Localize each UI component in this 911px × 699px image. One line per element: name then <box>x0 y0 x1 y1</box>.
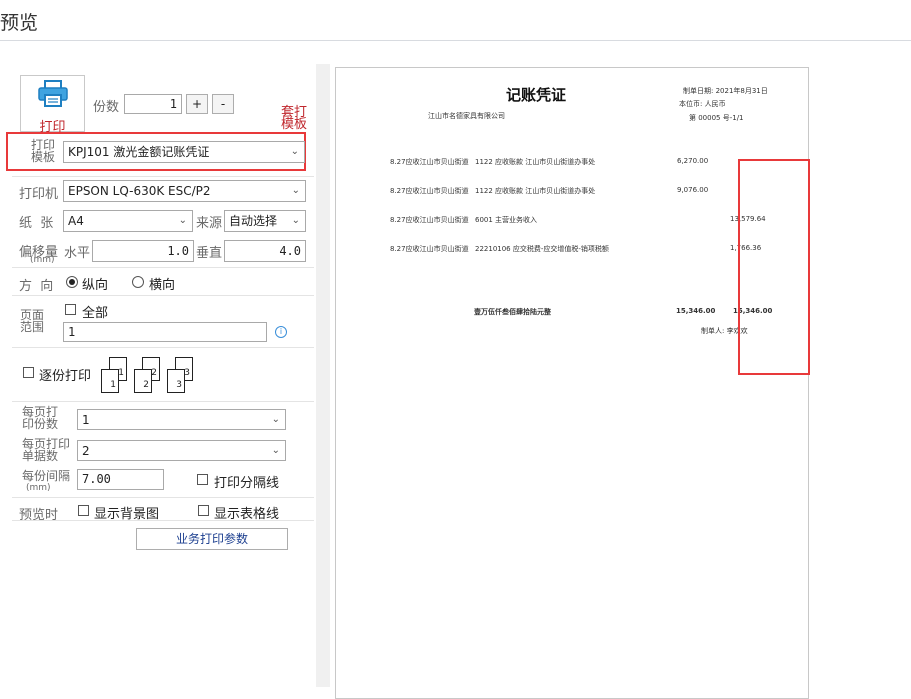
voucher-row-account: 1122 应收账款 江山市贝山街道办事处 <box>475 187 596 195</box>
offset-vertical-input[interactable]: 4.0 <box>224 240 306 262</box>
voucher-row-summary: 8.27应收江山市贝山街道 <box>390 245 469 253</box>
template-select-value: KPJ101 激光金额记账凭证 <box>68 145 210 159</box>
paper-label: 纸 张 <box>19 216 54 231</box>
voucher-row-summary: 8.27应收江山市贝山街道 <box>390 158 469 166</box>
voucher-currency: 本位币: 人民币 <box>679 100 726 108</box>
all-pages-label: 全部 <box>82 306 109 321</box>
collate-label: 逐份打印 <box>39 369 92 384</box>
divider <box>12 295 314 296</box>
per-page-docs-select[interactable]: 2 ⌄ <box>77 440 286 461</box>
page-range-input[interactable]: 1 <box>63 322 267 342</box>
voucher-total-debit: 15,346.00 <box>676 307 716 315</box>
voucher-row-summary: 8.27应收江山市贝山街道 <box>390 216 469 224</box>
offset-horizontal-label: 水平 <box>64 246 91 261</box>
print-button[interactable]: 打印 <box>20 75 85 135</box>
chevron-down-icon: ⌄ <box>271 445 280 456</box>
source-label: 来源 <box>196 216 223 231</box>
offset-vertical-label: 垂直 <box>196 246 223 261</box>
show-background-checkbox[interactable] <box>78 505 89 516</box>
separator-line-checkbox[interactable] <box>197 474 208 485</box>
voucher-row-debit: 9,076.00 <box>677 186 709 194</box>
voucher-row-debit: 6,270.00 <box>677 157 709 165</box>
printer-icon <box>37 80 69 108</box>
divider <box>12 497 314 498</box>
per-page-docs-value: 2 <box>82 444 90 458</box>
chevron-down-icon: ⌄ <box>291 185 300 196</box>
overlay-template-link-2[interactable]: 模板 <box>281 118 307 131</box>
chevron-down-icon: ⌄ <box>271 414 280 425</box>
per-page-copies-value: 1 <box>82 413 90 427</box>
printer-label: 打印机 <box>19 187 59 202</box>
doc-page-icon: 3 <box>167 369 185 393</box>
voucher-row-account: 22210106 应交税费-应交增值税-销项税额 <box>475 245 609 253</box>
per-page-copies-select[interactable]: 1 ⌄ <box>77 409 286 430</box>
paper-select[interactable]: A4 ⌄ <box>63 210 193 232</box>
portrait-label: 纵向 <box>82 278 109 293</box>
all-pages-checkbox[interactable] <box>65 304 76 315</box>
info-icon[interactable]: i <box>275 326 287 338</box>
template-label-2: 模板 <box>31 150 56 164</box>
voucher-total-words: 壹万伍仟叁佰肆拾陆元整 <box>474 308 551 316</box>
business-print-params-button[interactable]: 业务打印参数 <box>136 528 288 550</box>
voucher-row-summary: 8.27应收江山市贝山街道 <box>390 187 469 195</box>
copies-label: 份数 <box>93 100 120 115</box>
doc-page-icon: 2 <box>134 369 152 393</box>
title-divider <box>0 40 911 41</box>
chevron-down-icon: ⌄ <box>291 215 300 226</box>
copies-minus-button[interactable]: - <box>212 94 234 114</box>
voucher-company: 江山市名德家具有限公司 <box>428 112 505 120</box>
gap-input[interactable]: 7.00 <box>77 469 164 490</box>
credit-column-highlight-box <box>738 159 810 375</box>
landscape-label: 横向 <box>149 278 176 293</box>
divider <box>12 347 314 348</box>
window-title: 预览 <box>0 12 39 34</box>
gap-label-1: 每份间隔 <box>22 469 71 483</box>
offset-horizontal-input[interactable]: 1.0 <box>92 240 194 262</box>
divider <box>12 267 314 268</box>
source-select[interactable]: 自动选择 ⌄ <box>224 210 306 232</box>
panel-splitter[interactable] <box>316 64 330 687</box>
template-select[interactable]: KPJ101 激光金额记账凭证 ⌄ <box>63 141 305 163</box>
source-select-value: 自动选择 <box>229 214 278 228</box>
per-page-docs-label-2: 单据数 <box>22 449 59 463</box>
voucher-date: 制单日期: 2021年8月31日 <box>683 87 768 95</box>
doc-page-icon: 1 <box>101 369 119 393</box>
chevron-down-icon: ⌄ <box>290 146 299 157</box>
divider <box>12 401 314 402</box>
portrait-radio[interactable] <box>66 276 78 288</box>
collate-pages-icon: 1 1 2 2 3 3 <box>101 357 193 395</box>
show-grid-checkbox[interactable] <box>198 505 209 516</box>
divider <box>12 520 314 521</box>
orientation-label: 方 向 <box>19 279 54 294</box>
voucher-number: 第 00005 号-1/1 <box>689 114 744 122</box>
paper-select-value: A4 <box>68 214 84 228</box>
per-page-copies-label-2: 印份数 <box>22 417 59 431</box>
chevron-down-icon: ⌄ <box>178 215 187 226</box>
page-range-label-2: 范围 <box>20 320 45 334</box>
landscape-radio[interactable] <box>132 276 144 288</box>
collate-checkbox[interactable] <box>23 367 34 378</box>
printer-select[interactable]: EPSON LQ-630K ESC/P2 ⌄ <box>63 180 306 202</box>
copies-plus-button[interactable]: + <box>186 94 208 114</box>
gap-label-2: (mm) <box>26 483 51 493</box>
voucher-row-account: 6001 主营业务收入 <box>475 216 538 224</box>
voucher-row-account: 1122 应收账款 江山市贝山街道办事处 <box>475 158 596 166</box>
printer-select-value: EPSON LQ-630K ESC/P2 <box>68 184 211 198</box>
copies-input[interactable]: 1 <box>124 94 182 114</box>
offset-unit: (mm) <box>30 255 55 265</box>
separator-line-label: 打印分隔线 <box>214 476 280 491</box>
divider <box>12 176 314 177</box>
voucher-title: 记账凭证 <box>506 86 567 104</box>
